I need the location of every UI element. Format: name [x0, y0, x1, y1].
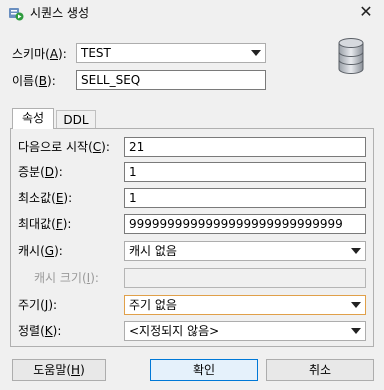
cache-size-field	[124, 268, 366, 288]
min-value-field[interactable]: 1	[124, 188, 366, 208]
cache-select-value: 캐시 없음	[129, 244, 177, 258]
schema-label: 스키마(A):	[12, 47, 67, 61]
chevron-down-icon	[351, 248, 361, 254]
cycle-select-value: 주기 없음	[129, 298, 177, 312]
order-select[interactable]: <지정되지 않음>	[124, 321, 366, 341]
sequence-app-icon	[9, 8, 24, 21]
start-with-field[interactable]: 21	[124, 137, 366, 157]
chevron-down-icon	[351, 328, 361, 334]
increment-field[interactable]: 1	[124, 162, 366, 182]
window-title: 시퀀스 생성	[30, 6, 90, 20]
cache-label: 캐시(G):	[18, 244, 63, 258]
chevron-down-icon	[251, 50, 261, 56]
schema-select[interactable]: TEST	[76, 43, 266, 63]
cache-select[interactable]: 캐시 없음	[124, 241, 366, 261]
database-icon	[338, 38, 364, 74]
help-button[interactable]: 도움말(H)	[12, 359, 106, 381]
max-value-label: 최대값(F):	[18, 217, 72, 231]
name-field[interactable]: SELL_SEQ	[76, 70, 266, 90]
min-value-label: 최소값(E):	[18, 191, 73, 205]
cycle-select[interactable]: 주기 없음	[124, 295, 366, 315]
tab-ddl[interactable]: DDL	[56, 110, 96, 130]
title-bar: 시퀀스 생성 ✕	[0, 0, 384, 26]
order-label: 정렬(K):	[18, 324, 62, 338]
increment-label: 증분(D):	[18, 165, 63, 179]
start-with-label: 다음으로 시작(C):	[18, 140, 110, 154]
cancel-button[interactable]: 취소	[266, 359, 374, 381]
close-icon[interactable]: ✕	[356, 2, 376, 22]
schema-select-value: TEST	[81, 46, 111, 60]
order-select-value: <지정되지 않음>	[129, 324, 220, 338]
cache-size-label: 캐시 크기(I):	[34, 271, 99, 285]
chevron-down-icon	[351, 302, 361, 308]
cycle-label: 주기(J):	[18, 298, 58, 312]
tab-properties[interactable]: 속성	[12, 108, 54, 129]
ok-button[interactable]: 확인	[150, 359, 258, 381]
name-label: 이름(B):	[12, 74, 56, 88]
max-value-field[interactable]: 9999999999999999999999999999	[124, 214, 366, 234]
